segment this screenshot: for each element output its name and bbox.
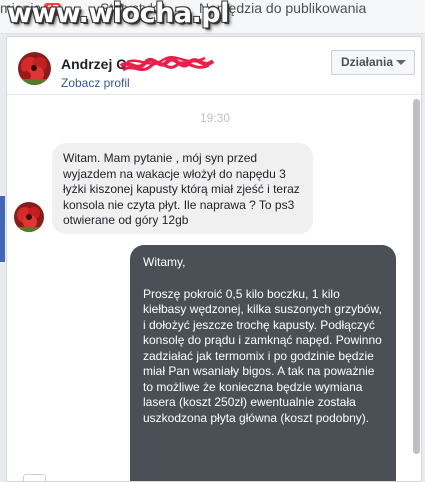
message-timestamp: 19:30 [199,111,231,125]
avatar-image [18,52,51,85]
left-accent-bar [0,196,5,262]
chat-panel: Andrzej C Zobacz profil Działania 19:30 … [6,36,422,482]
page: mienia 17 Statystyki Narzędzia do publiko… [0,0,425,482]
name-redaction-scribble [119,56,215,72]
outgoing-message: Witamy, Proszę pokroić 0,5 kilo boczku, … [130,245,396,481]
contact-name[interactable]: Andrzej C [61,56,126,72]
compose-box-edge[interactable] [23,474,46,481]
incoming-message: Witam. Mam pytanie , mój syn przed wyjaz… [52,143,313,234]
view-profile-link[interactable]: Zobacz profil [61,76,130,90]
chevron-down-icon [396,60,406,65]
avatar-image [14,202,44,232]
actions-label: Działania [341,55,394,69]
chat-header: Andrzej C Zobacz profil Działania [7,37,421,95]
sender-avatar[interactable] [14,202,44,232]
contact-avatar[interactable] [18,52,51,85]
outgoing-greeting: Witamy, [143,255,186,269]
watermark: www.wiocha.pl [7,0,229,29]
outgoing-body: Proszę pokroić 0,5 kilo boczku, 1 kilo k… [143,286,382,425]
actions-dropdown-button[interactable]: Działania [331,50,415,75]
scrollbar[interactable] [413,99,420,454]
